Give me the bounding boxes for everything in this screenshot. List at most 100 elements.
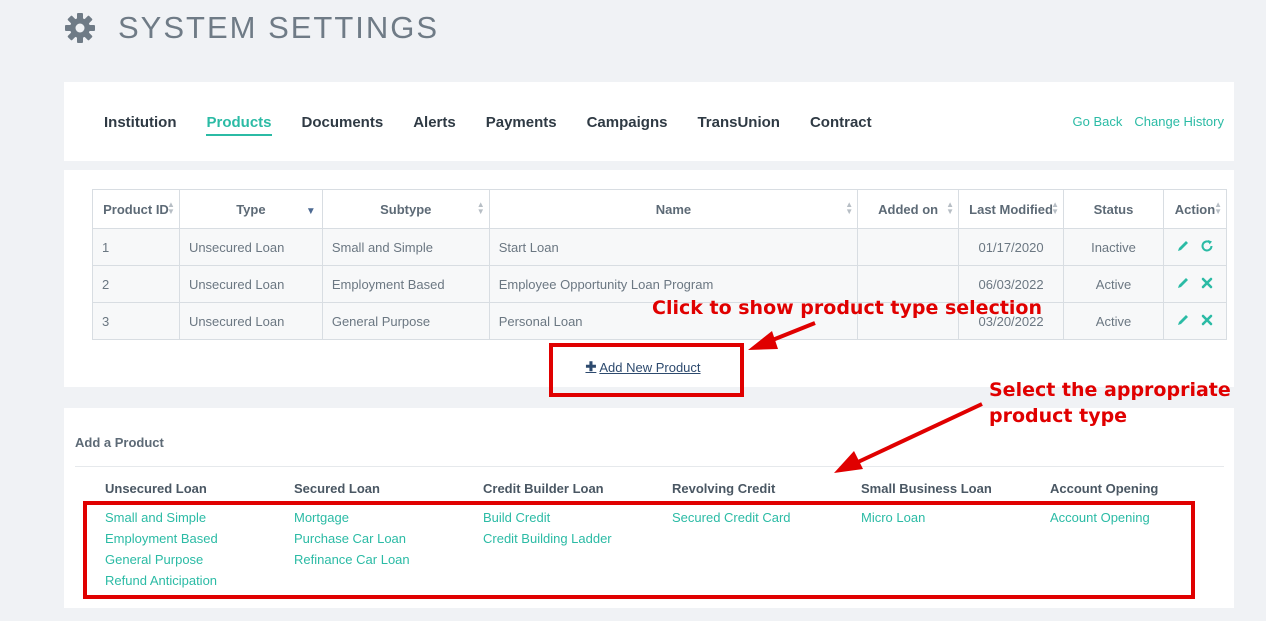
category-heading: Credit Builder Loan: [483, 481, 604, 496]
deactivate-x-icon[interactable]: [1200, 313, 1214, 327]
product-type-link[interactable]: Micro Loan: [861, 507, 1041, 528]
column-header-subtype[interactable]: Subtype ▲ ▼: [321, 189, 490, 229]
category-heading: Revolving Credit: [672, 481, 776, 496]
deactivate-x-icon[interactable]: [1200, 276, 1214, 290]
category-credit-builder-loan: Credit Builder Loan Build Credit Credit …: [483, 481, 663, 549]
sort-icon: ▲ ▼: [845, 200, 854, 216]
cell-type: Unsecured Loan: [178, 228, 323, 266]
tab-contract[interactable]: Contract: [810, 114, 872, 136]
column-header-added-on[interactable]: Added on ▲ ▼: [857, 189, 960, 229]
cell-last-modified: 01/17/2020: [958, 228, 1065, 266]
category-heading: Unsecured Loan: [105, 481, 207, 496]
cell-actions: [1162, 265, 1228, 303]
product-type-link[interactable]: Purchase Car Loan: [294, 528, 474, 549]
sort-descending-icon: ▼: [305, 206, 316, 217]
tab-campaigns[interactable]: Campaigns: [587, 114, 668, 136]
product-type-link[interactable]: Mortgage: [294, 507, 474, 528]
category-heading: Account Opening: [1050, 481, 1159, 496]
tab-institution[interactable]: Institution: [104, 114, 176, 136]
product-type-link[interactable]: Refinance Car Loan: [294, 549, 474, 570]
page-header: SYSTEM SETTINGS: [64, 6, 439, 50]
cell-product-id: 1: [92, 228, 180, 266]
category-secured-loan: Secured Loan Mortgage Purchase Car Loan …: [294, 481, 474, 570]
product-type-link[interactable]: Employment Based: [105, 528, 285, 549]
column-label: Action: [1174, 201, 1216, 217]
add-new-product-button[interactable]: ✚ Add New Product: [548, 344, 738, 390]
tab-products[interactable]: Products: [206, 114, 272, 136]
add-new-product-label: Add New Product: [599, 359, 701, 375]
sort-icon: ▲ ▼: [1214, 200, 1222, 216]
sort-icon: ▲ ▼: [167, 200, 175, 216]
sort-icon: ▲ ▼: [476, 200, 485, 216]
column-label: Product ID: [103, 201, 169, 217]
column-label: Subtype: [380, 201, 432, 217]
product-type-link[interactable]: Secured Credit Card: [672, 507, 852, 528]
table-header-row: Product ID ▲ ▼ Type ▼ Subtype ▲ ▼ Name ▲ ▼ Adde…: [92, 189, 1228, 229]
edit-pencil-icon[interactable]: [1176, 313, 1190, 327]
cell-status: Active: [1063, 265, 1164, 303]
cell-product-id: 2: [92, 265, 180, 303]
cell-status: Inactive: [1063, 228, 1164, 266]
column-label: Last Modified: [969, 201, 1053, 217]
column-label: Name: [655, 201, 692, 217]
sort-icon: ▲ ▼: [946, 200, 955, 216]
column-label: Status: [1093, 201, 1134, 217]
change-history-link[interactable]: Change History: [1134, 114, 1224, 129]
annotation-select-hint-line: Select the appropriate: [989, 379, 1231, 401]
annotation-select-hint: Select the appropriate product type: [989, 377, 1231, 429]
sort-icon: ▲ ▼: [1051, 200, 1060, 216]
cell-actions: [1162, 302, 1228, 340]
column-label: Added on: [878, 201, 939, 217]
plus-icon: ✚: [585, 359, 597, 374]
table-row: 1 Unsecured Loan Small and Simple Start …: [92, 228, 1228, 266]
annotation-select-hint-line: product type: [989, 405, 1128, 427]
cell-name: Start Loan: [488, 228, 859, 266]
tab-documents[interactable]: Documents: [302, 114, 384, 136]
page-scrollbar[interactable]: [1234, 0, 1266, 621]
cell-subtype: Employment Based: [321, 265, 490, 303]
cell-added-on: [857, 228, 960, 266]
product-type-link[interactable]: General Purpose: [105, 549, 285, 570]
edit-pencil-icon[interactable]: [1176, 239, 1190, 253]
product-type-link[interactable]: Credit Building Ladder: [483, 528, 663, 549]
category-account-opening: Account Opening Account Opening: [1050, 481, 1230, 528]
column-header-action[interactable]: Action ▲ ▼: [1162, 189, 1228, 229]
column-label: Type: [236, 201, 266, 217]
column-header-product-id[interactable]: Product ID ▲ ▼: [92, 189, 180, 229]
category-heading: Small Business Loan: [861, 481, 992, 496]
tab-payments[interactable]: Payments: [486, 114, 557, 136]
column-header-status: Status: [1063, 189, 1164, 229]
category-unsecured-loan: Unsecured Loan Small and Simple Employme…: [105, 481, 285, 591]
cell-subtype: General Purpose: [321, 302, 490, 340]
product-type-link[interactable]: Account Opening: [1050, 507, 1230, 528]
cell-product-id: 3: [92, 302, 180, 340]
tab-bar: Institution Products Documents Alerts Pa…: [104, 114, 902, 136]
cell-status: Active: [1063, 302, 1164, 340]
product-type-link[interactable]: Build Credit: [483, 507, 663, 528]
column-header-type[interactable]: Type ▼: [178, 189, 323, 229]
go-back-link[interactable]: Go Back: [1073, 114, 1123, 129]
cell-type: Unsecured Loan: [178, 302, 323, 340]
cell-actions: [1162, 228, 1228, 266]
gear-icon: [65, 13, 95, 43]
edit-pencil-icon[interactable]: [1176, 276, 1190, 290]
cell-type: Unsecured Loan: [178, 265, 323, 303]
add-product-title: Add a Product: [75, 435, 164, 450]
category-heading: Secured Loan: [294, 481, 380, 496]
column-header-last-modified[interactable]: Last Modified ▲ ▼: [958, 189, 1065, 229]
reactivate-icon[interactable]: [1200, 239, 1214, 253]
category-small-business-loan: Small Business Loan Micro Loan: [861, 481, 1041, 528]
tab-alerts[interactable]: Alerts: [413, 114, 456, 136]
nav-links: Go Back Change History: [1061, 114, 1224, 129]
product-type-link[interactable]: Refund Anticipation: [105, 570, 285, 591]
divider: [75, 466, 1224, 467]
cell-subtype: Small and Simple: [321, 228, 490, 266]
tab-transunion[interactable]: TransUnion: [697, 114, 780, 136]
column-header-name[interactable]: Name ▲ ▼: [488, 189, 859, 229]
settings-nav: Institution Products Documents Alerts Pa…: [64, 82, 1234, 161]
category-revolving-credit: Revolving Credit Secured Credit Card: [672, 481, 852, 528]
annotation-click-hint: Click to show product type selection: [652, 297, 1043, 319]
product-type-link[interactable]: Small and Simple: [105, 507, 285, 528]
page-title: SYSTEM SETTINGS: [118, 10, 440, 45]
add-product-panel: Add a Product Unsecured Loan Small and S…: [64, 408, 1234, 608]
